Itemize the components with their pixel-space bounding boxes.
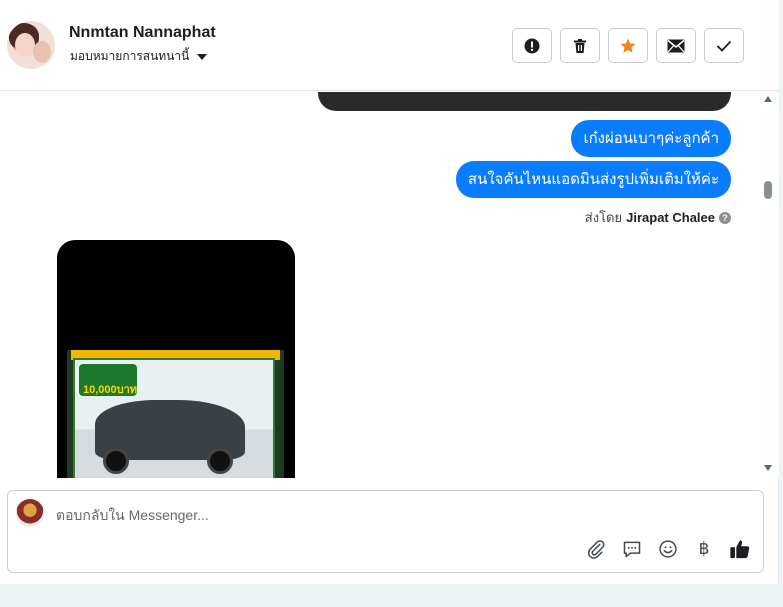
header-actions	[512, 28, 744, 63]
scroll-up-arrow[interactable]	[764, 96, 772, 102]
avatar-face	[15, 33, 35, 57]
image-attachment[interactable]: 10,000บาท	[57, 240, 295, 478]
assign-conversation-dropdown[interactable]: มอบหมายการสนทนานี้	[70, 47, 208, 66]
contact-avatar[interactable]	[7, 21, 55, 69]
conversation-header: Nnmtan Nannaphat มอบหมายการสนทนานี้	[0, 0, 779, 91]
car-wheel	[103, 448, 129, 474]
star-button[interactable]	[608, 28, 648, 63]
chevron-down-icon	[197, 53, 208, 60]
baht-icon: ฿	[698, 539, 710, 558]
question-icon[interactable]: ?	[719, 211, 731, 224]
car-wheel	[207, 448, 233, 474]
paperclip-icon	[587, 540, 605, 559]
trash-icon	[574, 38, 586, 53]
conversation-panel: Nnmtan Nannaphat มอบหมายการสนทนานี้ เก๋ง…	[0, 0, 779, 584]
page-avatar	[16, 499, 44, 527]
previous-message-bubble	[318, 92, 731, 111]
avatar-child	[33, 41, 51, 63]
like-button[interactable]	[729, 538, 751, 560]
mail-icon	[667, 39, 685, 52]
chat-bubble-icon	[623, 541, 641, 558]
promo-badge: 10,000บาท	[79, 364, 137, 396]
emoji-button[interactable]	[657, 538, 679, 560]
delete-button[interactable]	[560, 28, 600, 63]
reply-composer: ฿	[7, 490, 764, 573]
sent-by-label: ส่งโดย	[584, 210, 623, 225]
reply-input[interactable]	[56, 505, 736, 525]
sent-by-name: Jirapat Chalee	[626, 210, 715, 225]
scroll-down-arrow[interactable]	[764, 465, 772, 471]
attach-button[interactable]	[585, 538, 607, 560]
message-thread[interactable]: เก๋งผ่อนเบาๆค่ะลูกค้า สนใจคันไหนแอดมินส่…	[0, 92, 779, 478]
mark-spam-button[interactable]	[512, 28, 552, 63]
mark-done-button[interactable]	[704, 28, 744, 63]
thumbs-up-icon	[730, 540, 750, 559]
star-icon	[620, 38, 636, 53]
mark-unread-button[interactable]	[656, 28, 696, 63]
saved-replies-button[interactable]	[621, 538, 643, 560]
car-photo: 10,000บาท	[67, 350, 284, 478]
composer-tools: ฿	[585, 538, 751, 560]
alert-icon	[524, 38, 540, 53]
sent-by-info: ส่งโดย Jirapat Chalee ?	[585, 207, 731, 228]
message-bubble[interactable]: เก๋งผ่อนเบาๆค่ะลูกค้า	[571, 120, 731, 157]
contact-name[interactable]: Nnmtan Nannaphat	[69, 24, 216, 42]
assign-label: มอบหมายการสนทนานี้	[70, 49, 190, 63]
check-icon	[716, 40, 732, 52]
message-bubble[interactable]: สนใจคันไหนแอดมินส่งรูปเพิ่มเติมให้ค่ะ	[455, 161, 731, 198]
payment-button[interactable]: ฿	[693, 538, 715, 560]
smiley-icon	[659, 540, 677, 558]
scrollbar-thumb[interactable]	[764, 181, 772, 199]
promo-text: 10,000บาท	[83, 384, 138, 396]
